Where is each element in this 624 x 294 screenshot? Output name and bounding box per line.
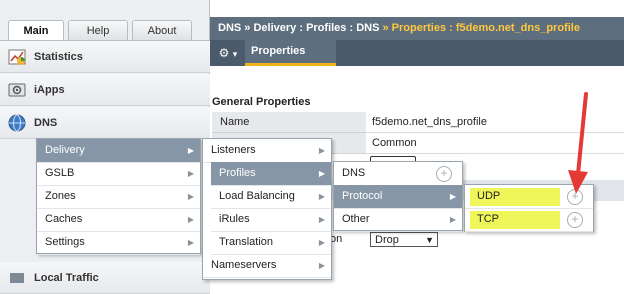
sidebar-item-statistics[interactable]: Statistics (0, 41, 210, 73)
menu-item-label: DNS (342, 167, 366, 179)
gear-menu-button[interactable]: ⚙ ▾ (213, 42, 243, 64)
chevron-right-icon: ▶ (449, 192, 456, 201)
breadcrumb-separator: » (382, 22, 389, 34)
breadcrumb-profiles[interactable]: Delivery : Profiles : DNS (253, 22, 379, 34)
name-label: Name (212, 112, 366, 133)
menu-item-label: Profiles (219, 167, 256, 179)
menu-item-zones[interactable]: Zones ▶ (37, 185, 200, 209)
section-title: General Properties (212, 96, 311, 108)
menu-item-label: Load Balancing (219, 190, 295, 202)
menu-item-other[interactable]: Other ▶ (334, 208, 462, 232)
menu-item-delivery[interactable]: Delivery ▶ (37, 139, 200, 163)
tab-about[interactable]: About (132, 20, 192, 40)
sidebar-item-label: DNS (34, 117, 58, 129)
menu-item-nameservers[interactable]: Nameservers ▶ (203, 254, 331, 278)
dns-profile-submenu: DNS + Protocol ▶ Other ▶ (333, 161, 463, 232)
chart-icon (8, 49, 26, 65)
menu-item-label: Translation (219, 236, 274, 248)
menu-item-label: Zones (45, 190, 76, 202)
menu-item-label: UDP (477, 190, 501, 202)
menu-item-label: Nameservers (211, 259, 277, 271)
add-icon[interactable]: + (436, 166, 452, 182)
menu-item-caches[interactable]: Caches ▶ (37, 208, 200, 232)
chevron-right-icon: ▶ (318, 169, 325, 178)
menu-item-label: Other (342, 213, 370, 225)
menu-item-dns[interactable]: DNS + (334, 162, 462, 186)
menu-item-label: Caches (45, 213, 83, 225)
menu-item-load-balancing[interactable]: Load Balancing ▶ (211, 185, 331, 209)
delivery-menu: Delivery ▶ GSLB ▶ Zones ▶ Caches ▶ Settings ▶ (36, 138, 201, 255)
sidebar-item-label: iApps (34, 84, 65, 96)
chevron-down-icon: ▼ (425, 235, 434, 245)
globe-icon (8, 114, 26, 132)
menu-item-irules[interactable]: iRules ▶ (211, 208, 331, 232)
tab-help[interactable]: Help (68, 20, 128, 40)
chevron-down-icon: ▾ (232, 49, 238, 59)
breadcrumb-dns[interactable]: DNS (218, 22, 241, 34)
menu-item-label: iRules (219, 213, 250, 225)
menu-item-label: Listeners (211, 144, 256, 156)
add-icon[interactable]: + (567, 212, 583, 228)
menu-item-label: Protocol (342, 190, 383, 202)
breadcrumb-separator: » (244, 22, 251, 34)
drop-select[interactable]: Drop ▼ (370, 232, 438, 247)
menu-item-profiles[interactable]: Profiles ▶ (211, 162, 331, 186)
annotation-arrow-icon (568, 92, 588, 194)
iapps-icon (8, 83, 26, 97)
menu-item-protocol[interactable]: Protocol ▶ (334, 185, 462, 209)
breadcrumb: DNS » Delivery : Profiles : DNS » Proper… (210, 17, 624, 40)
menu-item-label: Delivery (45, 144, 85, 156)
chevron-right-icon: ▶ (449, 215, 456, 224)
gear-icon: ⚙ (218, 46, 230, 60)
chevron-right-icon: ▶ (187, 192, 194, 201)
chevron-right-icon: ▶ (187, 215, 194, 224)
menu-item-label: TCP (477, 213, 499, 225)
menu-item-label: GSLB (45, 167, 75, 179)
chevron-right-icon: ▶ (318, 192, 325, 201)
local-traffic-icon (10, 273, 24, 283)
chevron-right-icon: ▶ (318, 146, 325, 155)
menu-item-tcp[interactable]: TCP + (465, 208, 593, 232)
menu-item-settings[interactable]: Settings ▶ (37, 231, 200, 255)
sidebar-item-label: Statistics (34, 51, 83, 63)
menu-item-listeners[interactable]: Listeners ▶ (203, 139, 331, 163)
breadcrumb-current: Properties : f5demo.net_dns_profile (391, 22, 580, 34)
sidebar-item-label: Local Traffic (34, 272, 99, 284)
chevron-right-icon: ▶ (187, 238, 194, 247)
profiles-submenu: Listeners ▶ Profiles ▶ Load Balancing ▶ iRu… (202, 138, 332, 280)
chevron-right-icon: ▶ (318, 215, 325, 224)
chevron-right-icon: ▶ (187, 169, 194, 178)
tab-main[interactable]: Main (8, 20, 64, 41)
chevron-right-icon: ▶ (318, 238, 325, 247)
menu-item-label: Settings (45, 236, 85, 248)
chevron-right-icon: ▶ (187, 146, 194, 155)
sidebar-item-dns[interactable]: DNS (0, 107, 210, 139)
tab-properties[interactable]: Properties (245, 40, 336, 66)
menu-item-gslb[interactable]: GSLB ▶ (37, 162, 200, 186)
chevron-right-icon: ▶ (318, 261, 325, 270)
sidebar-item-iapps[interactable]: iApps (0, 74, 210, 106)
drop-select-value: Drop (375, 234, 399, 246)
sidebar-item-local-traffic[interactable]: Local Traffic (0, 262, 210, 294)
menu-item-translation[interactable]: Translation ▶ (211, 231, 331, 255)
